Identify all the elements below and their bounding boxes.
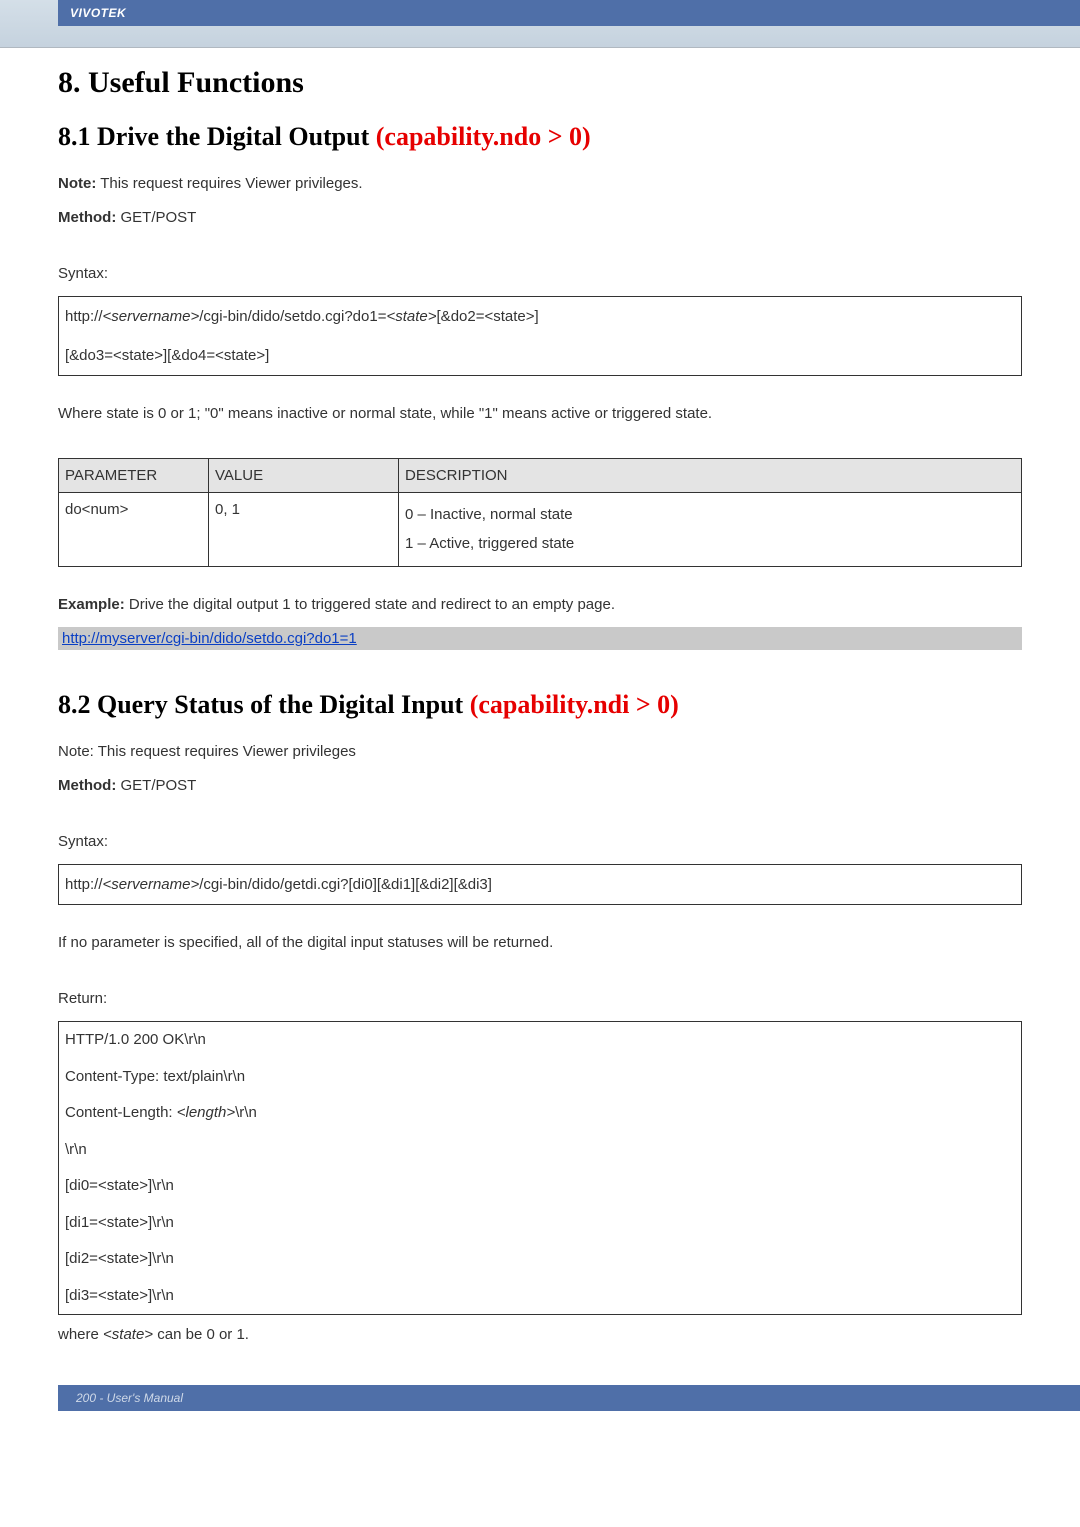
method-label-8-2: Method: <box>58 777 116 794</box>
param-table-8-1: PARAMETER VALUE DESCRIPTION do<num> 0, 1… <box>58 458 1022 567</box>
example-url-box: http://myserver/cgi-bin/dido/setdo.cgi?d… <box>58 627 1022 650</box>
syntax-servername: <servername> <box>103 876 200 893</box>
example-label: Example: <box>58 596 125 613</box>
syntax-state: <state> <box>386 308 436 325</box>
return-box-8-2: HTTP/1.0 200 OK\r\n Content-Type: text/p… <box>58 1021 1022 1315</box>
page-content: 8. Useful Functions 8.1 Drive the Digita… <box>0 48 1080 1367</box>
header-inner: VIVOTEK <box>58 0 1080 26</box>
return-length: <length> <box>177 1104 235 1121</box>
syntax-row: http://<servername>/cgi-bin/dido/getdi.c… <box>59 865 1021 904</box>
method-label: Method: <box>58 209 116 226</box>
return-text: \r\n <box>235 1104 257 1121</box>
footer-band: 200 - User's Manual <box>58 1385 1080 1411</box>
return-text: Content-Length: <box>65 1104 177 1121</box>
heading-8-1-black: 8.1 Drive the Digital Output <box>58 122 376 151</box>
method-8-2: Method: GET/POST <box>58 774 1022 798</box>
heading-8-2: 8.2 Query Status of the Digital Input (c… <box>58 690 1022 720</box>
example-8-1: Example: Drive the digital output 1 to t… <box>58 593 1022 617</box>
method-text-8-2: GET/POST <box>116 777 196 794</box>
syntax-box-8-1: http://<servername>/cgi-bin/dido/setdo.c… <box>58 296 1022 376</box>
where-state: where <state> can be 0 or 1. <box>58 1323 1022 1347</box>
td-description: 0 – Inactive, normal state 1 – Active, t… <box>399 493 1022 567</box>
return-line: [di3=<state>]\r\n <box>59 1278 1021 1315</box>
note-8-2: Note: This request requires Viewer privi… <box>58 740 1022 764</box>
table-header-row: PARAMETER VALUE DESCRIPTION <box>59 459 1022 493</box>
noparam-8-2: If no parameter is specified, all of the… <box>58 931 1022 955</box>
where-state-var: <state> <box>103 1326 153 1343</box>
th-parameter: PARAMETER <box>59 459 209 493</box>
heading-8-1-red: (capability.ndo > 0) <box>376 122 591 151</box>
where-text: can be 0 or 1. <box>153 1326 249 1343</box>
state-description: Where state is 0 or 1; "0" means inactiv… <box>58 402 1022 426</box>
example-url-link[interactable]: http://myserver/cgi-bin/dido/setdo.cgi?d… <box>62 630 357 647</box>
method-text: GET/POST <box>116 209 196 226</box>
note-8-1: Note: This request requires Viewer privi… <box>58 172 1022 196</box>
return-label-8-2: Return: <box>58 987 1022 1011</box>
heading-8-2-red: (capability.ndi > 0) <box>470 690 679 719</box>
syntax-box-8-2: http://<servername>/cgi-bin/dido/getdi.c… <box>58 864 1022 905</box>
syntax-servername: <servername> <box>103 308 200 325</box>
td-value: 0, 1 <box>209 493 399 567</box>
return-line: \r\n <box>59 1132 1021 1169</box>
syntax-text: /cgi-bin/dido/setdo.cgi?do1= <box>199 308 386 325</box>
note-text: This request requires Viewer privileges. <box>96 175 362 192</box>
syntax-text: http:// <box>65 876 103 893</box>
syntax-text: http:// <box>65 308 103 325</box>
where-text: where <box>58 1326 103 1343</box>
brand-label: VIVOTEK <box>70 6 126 20</box>
desc-line-2: 1 – Active, triggered state <box>405 530 1015 559</box>
return-line: [di0=<state>]\r\n <box>59 1168 1021 1205</box>
heading-8-2-black: 8.2 Query Status of the Digital Input <box>58 690 470 719</box>
return-line: HTTP/1.0 200 OK\r\n <box>59 1022 1021 1059</box>
method-8-1: Method: GET/POST <box>58 206 1022 230</box>
syntax-label-8-2: Syntax: <box>58 830 1022 854</box>
return-line: [di2=<state>]\r\n <box>59 1241 1021 1278</box>
return-line: Content-Type: text/plain\r\n <box>59 1059 1021 1096</box>
syntax-row-1: http://<servername>/cgi-bin/dido/setdo.c… <box>59 297 1021 336</box>
return-line: Content-Length: <length>\r\n <box>59 1095 1021 1132</box>
th-value: VALUE <box>209 459 399 493</box>
heading-8-1: 8.1 Drive the Digital Output (capability… <box>58 122 1022 152</box>
syntax-row-2: [&do3=<state>][&do4=<state>] <box>59 336 1021 375</box>
example-text: Drive the digital output 1 to triggered … <box>125 596 615 613</box>
desc-line-1: 0 – Inactive, normal state <box>405 501 1015 530</box>
td-parameter: do<num> <box>59 493 209 567</box>
footer-text: 200 - User's Manual <box>76 1391 183 1405</box>
return-line: [di1=<state>]\r\n <box>59 1205 1021 1242</box>
syntax-text: /cgi-bin/dido/getdi.cgi?[di0][&di1][&di2… <box>199 876 492 893</box>
header-band: VIVOTEK <box>0 0 1080 48</box>
note-label: Note: <box>58 175 96 192</box>
syntax-text: [&do2=<state>] <box>437 308 539 325</box>
th-description: DESCRIPTION <box>399 459 1022 493</box>
heading-8: 8. Useful Functions <box>58 66 1022 100</box>
table-row: do<num> 0, 1 0 – Inactive, normal state … <box>59 493 1022 567</box>
syntax-label-8-1: Syntax: <box>58 262 1022 286</box>
